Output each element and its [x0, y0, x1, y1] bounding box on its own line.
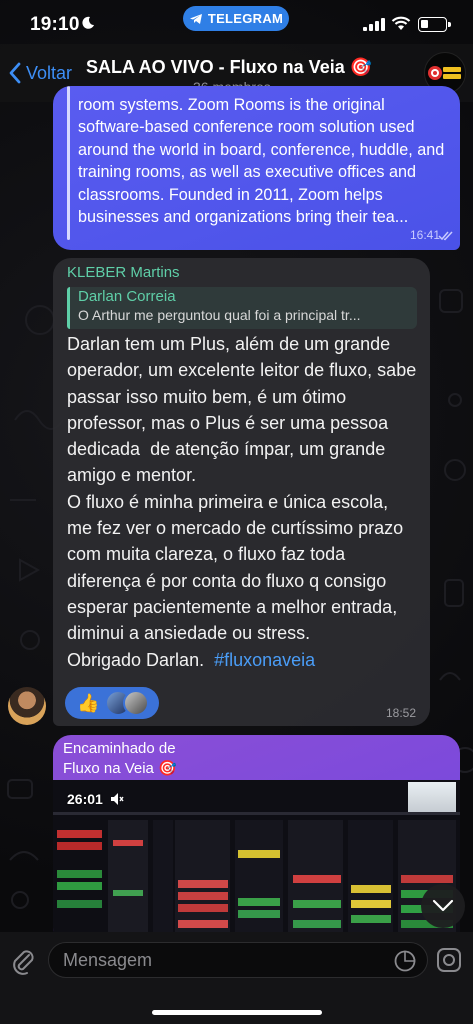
chevron-left-icon [9, 62, 21, 84]
back-label: Voltar [26, 62, 73, 83]
reply-author: Darlan Correia [78, 288, 176, 305]
back-button[interactable]: Voltar [8, 62, 72, 84]
outgoing-message-text: room systems. Zoom Rooms is the original… [78, 96, 445, 227]
sender-avatar[interactable] [8, 687, 46, 725]
status-time: 19:10 [30, 14, 80, 35]
forwarded-source[interactable]: Fluxo na Veia 🎯 [63, 759, 177, 777]
message-input-bar [0, 932, 473, 1024]
sticker-icon[interactable] [393, 949, 417, 973]
reply-text: O Arthur me perguntou qual foi a princip… [78, 307, 361, 323]
attachment-icon[interactable] [10, 946, 36, 976]
incoming-message-time: 18:52 [385, 706, 416, 720]
telegram-pill-label: TELEGRAM [207, 11, 284, 26]
webcam-overlay [408, 782, 456, 812]
thumbs-up-reaction: 👍 [77, 693, 100, 713]
chevron-down-icon [432, 899, 454, 912]
reactor-avatar [123, 690, 149, 716]
video-preview[interactable]: 26:01 [53, 780, 460, 945]
forwarded-message-bubble[interactable]: Encaminhado de Fluxo na Veia 🎯 26:01 [53, 735, 460, 945]
hashtag-link[interactable]: #fluxonaveia [214, 650, 315, 670]
scroll-to-bottom-button[interactable] [421, 884, 465, 928]
incoming-message-bubble[interactable]: KLEBER Martins Darlan Correia O Arthur m… [53, 258, 430, 726]
telegram-plane-icon [189, 13, 202, 24]
battery-icon [418, 17, 451, 32]
sender-name[interactable]: KLEBER Martins [67, 264, 180, 281]
wifi-icon [391, 16, 411, 30]
fluxo-logo-icon [428, 66, 461, 80]
quote-bar [67, 86, 70, 240]
outgoing-message-bubble[interactable]: room systems. Zoom Rooms is the original… [53, 86, 460, 250]
home-indicator [152, 1010, 322, 1015]
chat-title[interactable]: SALA AO VIVO - Fluxo na Veia 🎯 [86, 57, 372, 78]
outgoing-message-time: 16:41 [409, 228, 440, 242]
message-body: Darlan tem um Plus, além de um grande op… [67, 334, 417, 670]
telegram-return-pill[interactable]: TELEGRAM [183, 6, 289, 31]
camera-icon[interactable] [436, 947, 462, 973]
read-checks-icon [438, 231, 453, 241]
status-bar: 19:10 TELEGRAM [0, 0, 473, 44]
reactions-pill[interactable]: 👍 [65, 687, 159, 719]
moon-icon [82, 16, 94, 29]
cellular-signal-icon [363, 18, 385, 31]
incoming-message-text: Darlan tem um Plus, além de um grande op… [67, 331, 422, 673]
message-field[interactable] [48, 942, 428, 978]
video-duration: 26:01 [67, 791, 103, 807]
reply-preview[interactable]: Darlan Correia O Arthur me perguntou qua… [67, 287, 417, 329]
message-input[interactable] [63, 950, 373, 971]
mute-icon[interactable] [110, 792, 124, 806]
forwarded-label: Encaminhado de [63, 740, 176, 757]
